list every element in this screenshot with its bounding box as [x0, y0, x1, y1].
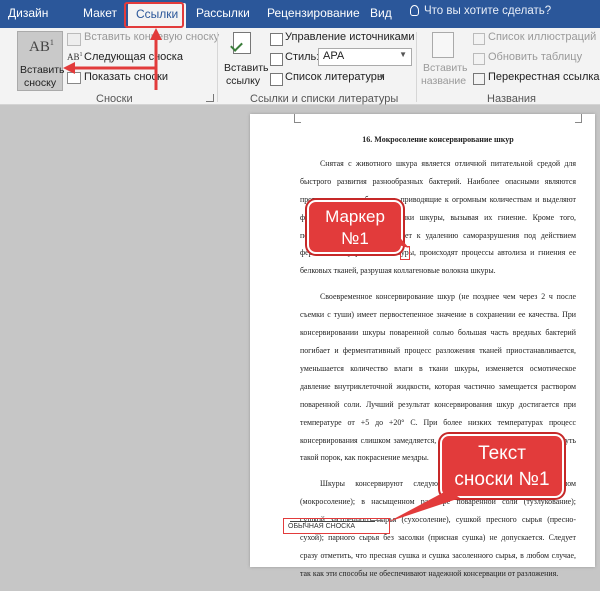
annotation-arrows — [63, 28, 162, 90]
marker-callout-tail — [395, 232, 409, 248]
document-heading: 16. Мокросоление консервирование шкур — [362, 135, 514, 144]
note-callout-line-1: Текст — [478, 443, 526, 464]
footnote-text-box — [283, 518, 390, 534]
arrow-up-head — [150, 28, 162, 40]
margin-corner-mark — [575, 114, 582, 123]
marker-callout-line-1: Маркер — [325, 207, 385, 226]
margin-corner-mark — [294, 114, 301, 123]
note-callout-tail — [388, 490, 460, 522]
arrow-left-head — [63, 62, 75, 74]
marker-callout-line-2: №1 — [341, 229, 369, 248]
marker-callout: Маркер №1 — [307, 200, 403, 254]
